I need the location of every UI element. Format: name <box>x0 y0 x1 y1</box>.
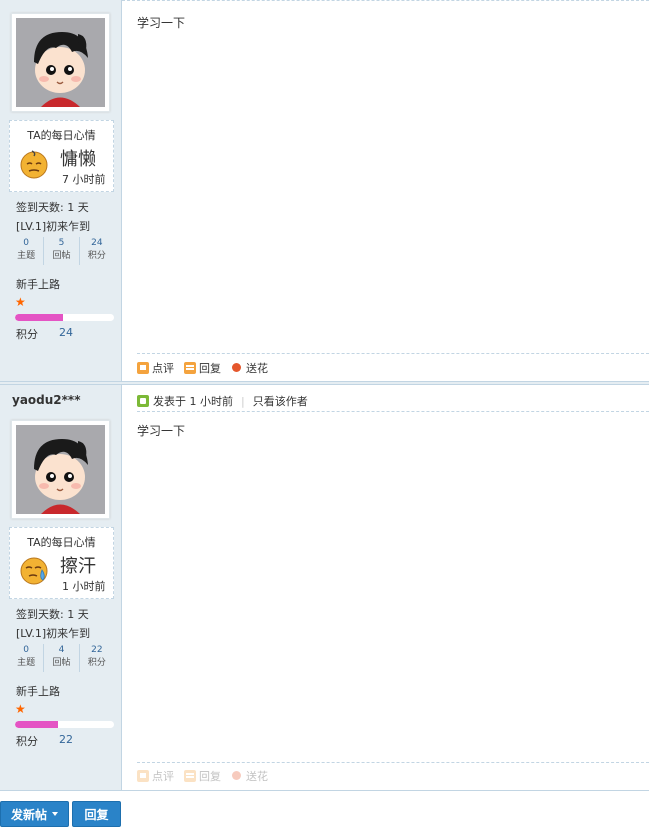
stat-points[interactable]: 24 积分 <box>78 237 114 265</box>
score-progress-fill <box>15 314 63 321</box>
star-icon: ★ <box>15 702 26 716</box>
comment-button[interactable]: 点评 <box>137 768 174 784</box>
score-label: 积分 <box>16 735 38 748</box>
avatar[interactable] <box>11 13 110 112</box>
comment-icon <box>137 770 149 782</box>
sign-days: 签到天数: 1 天 <box>16 201 89 214</box>
user-rank[interactable]: 新手上路 <box>16 276 60 292</box>
mood-title: TA的每日心情 <box>27 536 96 549</box>
mood-text: 擦汗 <box>60 556 96 577</box>
divider <box>137 762 649 763</box>
score-label: 积分 <box>16 328 38 341</box>
send-flower-button[interactable]: 送花 <box>231 360 268 376</box>
user-level[interactable]: [LV.1]初来乍到 <box>16 218 90 234</box>
mood-title: TA的每日心情 <box>27 129 96 142</box>
avatar[interactable] <box>11 420 110 519</box>
author-sidebar: TA的每日心情 慵懒 7 小时前 签到天数: 1 天 [LV.1]初来乍到 0 … <box>0 0 122 381</box>
thread-page: TA的每日心情 慵懒 7 小时前 签到天数: 1 天 [LV.1]初来乍到 0 … <box>0 0 649 837</box>
reply-thread-button[interactable]: 回复 <box>72 801 121 827</box>
sweat-face-icon <box>18 554 50 586</box>
mood-time: 7 小时前 <box>62 173 106 186</box>
score-progress-bar <box>15 721 114 728</box>
stat-threads[interactable]: 0 主题 <box>9 644 43 672</box>
post-body: 学习一下 <box>137 16 186 30</box>
post-body: 学习一下 <box>137 424 186 438</box>
post: yaodu2*** TA的每日心情 擦汗 1 小时前 签到天数: 1 天 [LV… <box>0 385 649 790</box>
post-content: 发表于 1 小时前 | 只看该作者 学习一下 点评 回复 送花 <box>122 385 649 790</box>
mood-text: 慵懒 <box>60 149 96 170</box>
lazy-face-icon <box>18 147 50 179</box>
new-post-button[interactable]: 发新帖 <box>0 801 69 827</box>
author-post-icon <box>137 395 149 407</box>
flower-icon <box>232 362 241 372</box>
star-icon: ★ <box>15 295 26 309</box>
reply-icon <box>184 770 196 782</box>
mood-time: 1 小时前 <box>62 580 106 593</box>
stat-points[interactable]: 22 积分 <box>78 644 114 672</box>
stat-threads[interactable]: 0 主题 <box>9 237 43 265</box>
user-level[interactable]: [LV.1]初来乍到 <box>16 625 90 641</box>
sign-days: 签到天数: 1 天 <box>16 608 89 621</box>
caret-down-icon <box>52 812 58 816</box>
post-actions: 点评 回复 送花 <box>137 768 268 784</box>
post-content: 学习一下 点评 回复 送花 <box>122 0 649 381</box>
divider <box>137 353 649 354</box>
meta-divider: | <box>241 394 245 408</box>
flower-icon <box>232 770 241 780</box>
score-value: 22 <box>59 733 73 746</box>
post: TA的每日心情 慵懒 7 小时前 签到天数: 1 天 [LV.1]初来乍到 0 … <box>0 0 649 381</box>
score-progress-fill <box>15 721 58 728</box>
avatar-image <box>16 18 105 107</box>
score-progress-bar <box>15 314 114 321</box>
author-name[interactable]: yaodu2*** <box>12 393 80 407</box>
divider <box>122 0 649 1</box>
post-actions: 点评 回复 送花 <box>137 360 268 376</box>
daily-mood: TA的每日心情 慵懒 7 小时前 <box>9 120 114 192</box>
daily-mood: TA的每日心情 擦汗 1 小时前 <box>9 527 114 599</box>
post-time: 发表于 1 小时前 <box>153 395 233 408</box>
stat-replies[interactable]: 5 回帖 <box>43 237 78 265</box>
thread-footer: 发新帖 回复 <box>0 790 649 837</box>
user-rank[interactable]: 新手上路 <box>16 683 60 699</box>
send-flower-button[interactable]: 送花 <box>231 768 268 784</box>
divider <box>137 411 649 412</box>
avatar-image <box>16 425 105 514</box>
reply-icon <box>184 362 196 374</box>
only-author-link[interactable]: 只看该作者 <box>253 393 308 409</box>
post-meta: 发表于 1 小时前 | 只看该作者 <box>137 393 308 409</box>
reply-button[interactable]: 回复 <box>184 768 221 784</box>
score-value: 24 <box>59 326 73 339</box>
user-stats: 0 主题 5 回帖 24 积分 <box>9 237 114 265</box>
comment-button[interactable]: 点评 <box>137 360 174 376</box>
comment-icon <box>137 362 149 374</box>
author-sidebar: yaodu2*** TA的每日心情 擦汗 1 小时前 签到天数: 1 天 [LV… <box>0 385 122 790</box>
reply-button[interactable]: 回复 <box>184 360 221 376</box>
user-stats: 0 主题 4 回帖 22 积分 <box>9 644 114 672</box>
stat-replies[interactable]: 4 回帖 <box>43 644 78 672</box>
